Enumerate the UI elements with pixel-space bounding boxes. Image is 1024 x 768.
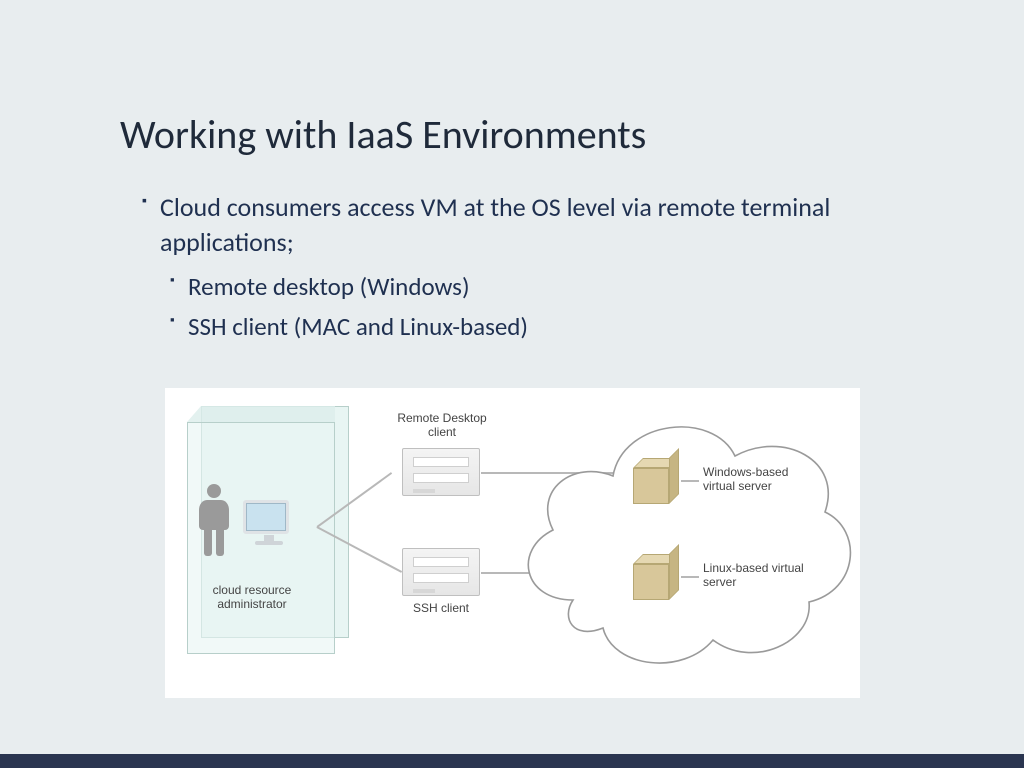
ssh-label: SSH client [401, 602, 481, 616]
remote-desktop-client-icon [402, 448, 480, 496]
bullet-main: Cloud consumers access VM at the OS leve… [160, 190, 880, 260]
remote-desktop-label: Remote Desktop client [397, 412, 487, 440]
cloud-icon [513, 390, 859, 676]
footer-bar [0, 754, 1024, 768]
monitor-icon [243, 500, 295, 548]
slide: Working with IaaS Environments Cloud con… [0, 0, 1024, 768]
box-top-face [187, 406, 335, 422]
slide-title: Working with IaaS Environments [120, 110, 646, 159]
person-icon [199, 484, 229, 558]
connector-box-to-lin-label [681, 576, 699, 578]
admin-label: cloud resource administrator [199, 584, 305, 612]
ssh-client-icon [402, 548, 480, 596]
bullet-sub-2: SSH client (MAC and Linux-based) [188, 310, 880, 344]
linux-virtual-server-label: Linux-based virtual server [703, 562, 823, 590]
bullet-list: Cloud consumers access VM at the OS leve… [160, 190, 880, 344]
windows-virtual-server-label: Windows-based virtual server [703, 466, 823, 494]
windows-virtual-server-icon [633, 458, 681, 506]
linux-virtual-server-icon [633, 554, 681, 602]
connector-box-to-win-label [681, 480, 699, 482]
diagram: cloud resource administrator Remote Desk… [165, 388, 860, 698]
bullet-sub-1: Remote desktop (Windows) [188, 270, 880, 304]
